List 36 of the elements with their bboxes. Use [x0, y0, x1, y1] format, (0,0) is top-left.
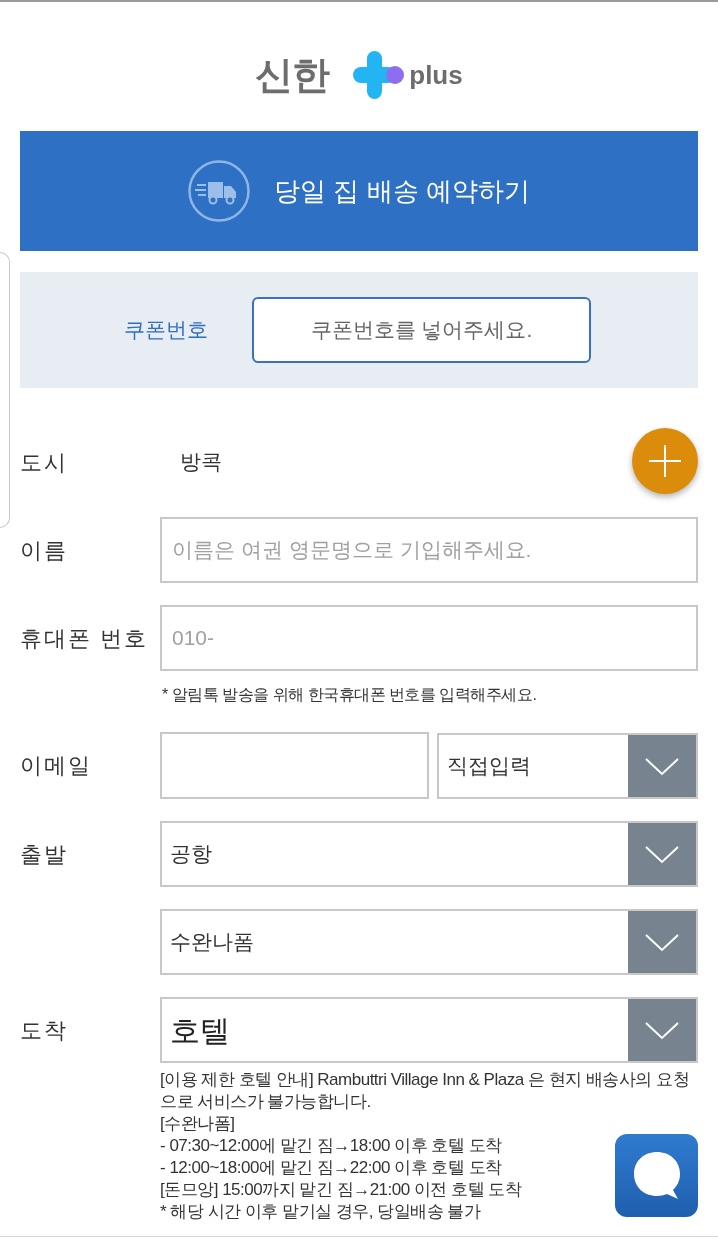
coupon-label: 쿠폰번호	[124, 318, 208, 342]
notice-text: [수완나폼]	[160, 1113, 235, 1135]
text-input-field[interactable]: 010-	[160, 605, 698, 671]
notice-text: - 12:00~18:00에 맡긴 짐→22:00 이후 호텔 도착	[160, 1157, 502, 1179]
email-input-field[interactable]	[160, 732, 429, 799]
field-label: 이름	[20, 537, 68, 563]
notice-text: [돈므앙] 15:00까지 맡긴 짐→21:00 이전 호텔 도착	[160, 1179, 522, 1201]
text-input-field[interactable]: 이름은 여권 영문명으로 기입해주세요.	[160, 517, 698, 583]
notice-text: [이용 제한 호텔 안내] Rambuttri Village Inn & Plaza 은 현지 배송사의 요청으로 서비스가 불가능합니다.	[160, 1069, 691, 1113]
field-label: 도시	[20, 449, 68, 475]
chat-button[interactable]	[615, 1134, 698, 1217]
logo-wordmark: 신한	[255, 55, 330, 94]
logo-suffix: plus	[409, 61, 463, 88]
email-domain-select[interactable]: 직접입력	[437, 732, 698, 799]
field-label: 도착	[20, 1017, 68, 1043]
dropdown-select[interactable]: 호텔	[160, 997, 698, 1063]
chevron-down-icon	[628, 823, 696, 885]
coupon-input-field[interactable]: 쿠폰번호를 넣어주세요.	[252, 297, 591, 363]
plus-icon	[649, 445, 681, 477]
city-value: 방콕	[180, 449, 222, 476]
field-label: 이메일	[20, 753, 92, 778]
chevron-down-icon	[628, 999, 696, 1061]
dropdown-select[interactable]: 수완나폼	[160, 909, 698, 975]
field-label: 출발	[20, 841, 68, 867]
chevron-down-icon	[628, 911, 696, 973]
dropdown-select[interactable]: 공항	[160, 821, 698, 887]
chevron-down-icon	[628, 734, 696, 797]
logo-cross-icon	[353, 50, 406, 99]
banner-title: 당일 집 배송 예약하기	[274, 174, 530, 208]
field-hint: * 알림톡 발송을 위해 한국휴대폰 번호를 입력해주세요.	[162, 685, 537, 705]
notice-text: - 07:30~12:00에 맡긴 짐→18:00 이후 호텔 도착	[160, 1135, 502, 1157]
add-button[interactable]	[632, 428, 698, 494]
field-label: 휴대폰 번호	[20, 625, 149, 651]
delivery-truck-icon	[188, 160, 251, 222]
speech-bubble-icon	[631, 1149, 682, 1202]
notice-text: * 해당 시간 이후 맡기실 경우, 당일배송 불가	[160, 1201, 481, 1223]
